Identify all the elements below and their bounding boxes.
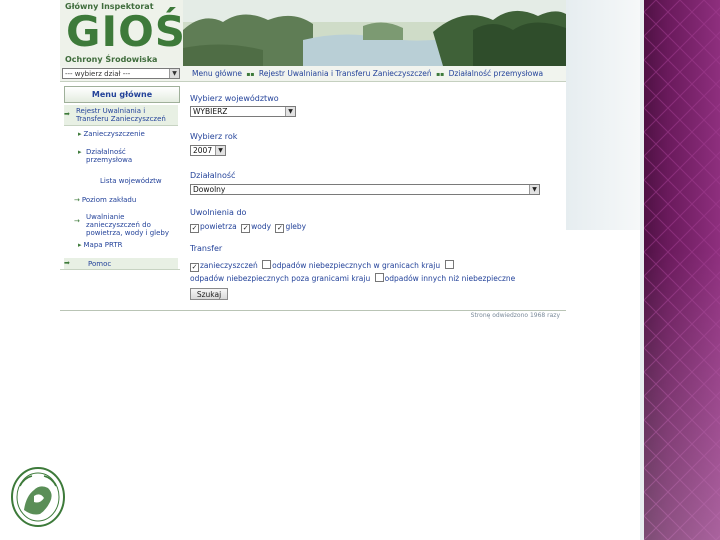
arrow-right-icon: ➡: [64, 259, 70, 267]
checkbox-hazardous-domestic[interactable]: [262, 260, 272, 269]
checkbox-pollutants[interactable]: ✓: [190, 263, 199, 272]
sidebar-divider: [60, 269, 180, 270]
checkbox-hazardous-abroad-label: odpadów niebezpiecznych poza granicami k…: [190, 274, 371, 283]
breadcrumb-separator-icon: ▪▪: [246, 71, 255, 78]
sidebar-item-register[interactable]: ➡ Rejestr Uwalniania i Transferu Zaniecz…: [64, 105, 178, 126]
triangle-right-icon: ▸: [78, 148, 82, 156]
activity-select[interactable]: Dowolny ▼: [190, 184, 540, 195]
arrow-right-icon: →: [74, 196, 80, 204]
triangle-right-icon: ▸: [78, 241, 82, 249]
checkbox-air[interactable]: ✓: [190, 224, 199, 233]
navigation-bar: --- wybierz dział --- ▼ Menu główne ▪▪ R…: [60, 66, 566, 82]
sidebar-item-label: Działalność przemysłowa: [86, 148, 133, 164]
sidebar-item-label: Lista województw: [100, 177, 162, 185]
checkbox-non-hazardous[interactable]: [374, 273, 384, 282]
breadcrumb-separator-icon: ▪▪: [436, 71, 445, 78]
sidebar-item-facility[interactable]: → Poziom zakładu: [74, 196, 178, 204]
diamond-pattern: [644, 0, 720, 540]
arrow-right-icon: →: [74, 217, 80, 225]
year-select[interactable]: 2007 ▼: [190, 145, 226, 156]
year-select-value: 2007: [193, 146, 213, 155]
year-label: Wybierz rok: [190, 132, 238, 141]
search-button[interactable]: Szukaj: [190, 288, 228, 300]
visit-counter: Stronę odwiedzono 1968 razy: [470, 312, 560, 319]
website-screenshot: Główny Inspektorat GIOŚ Ochrony Środowis…: [60, 0, 566, 319]
releases-options: ✓ powietrza ✓ wody ✓ gleby: [190, 222, 306, 233]
releases-label: Uwolnienia do: [190, 208, 247, 217]
voivodeship-label: Wybierz województwo: [190, 94, 279, 103]
activity-label: Działalność: [190, 171, 236, 180]
sidebar-item-label: Mapa PRTR: [83, 241, 123, 249]
sidebar-item-label: Poziom zakładu: [81, 196, 137, 204]
transfer-label: Transfer: [190, 244, 223, 253]
site-banner: Główny Inspektorat GIOŚ Ochrony Środowis…: [60, 0, 566, 66]
checkbox-water-label: wody: [251, 222, 272, 231]
org-abbreviation: GIOŚ: [66, 7, 187, 56]
chevron-down-icon: ▼: [169, 69, 179, 78]
checkbox-soil-label: gleby: [285, 222, 307, 231]
decorative-panel: [640, 0, 720, 540]
sidebar-item-map[interactable]: ▸ Mapa PRTR: [78, 241, 178, 249]
chevron-down-icon: ▼: [529, 185, 539, 194]
triangle-right-icon: ▸: [78, 130, 82, 138]
checkbox-hazardous-domestic-label: odpadów niebezpiecznych w granicach kraj…: [272, 261, 441, 270]
lake-photo: [183, 0, 566, 66]
sidebar-item-label: Zanieczyszczenie: [83, 130, 145, 138]
chevron-down-icon: ▼: [285, 107, 295, 116]
checkbox-air-label: powietrza: [200, 222, 237, 231]
org-name-bottom: Ochrony Środowiska: [65, 55, 158, 64]
menu-title[interactable]: Menu główne: [64, 86, 180, 103]
breadcrumb: Menu główne ▪▪ Rejestr Uwalniania i Tran…: [192, 68, 543, 80]
checkbox-hazardous-abroad[interactable]: [444, 260, 454, 269]
checkbox-water[interactable]: ✓: [241, 224, 251, 233]
activity-select-value: Dowolny: [193, 185, 226, 194]
section-select-value: --- wybierz dział ---: [65, 70, 131, 78]
gios-seal-logo: [11, 467, 65, 527]
transfer-options-row2: odpadów niebezpiecznych poza granicami k…: [190, 273, 515, 283]
sidebar-item-label: Rejestr Uwalniania i Transferu Zanieczys…: [76, 107, 166, 123]
arrow-right-icon: ➡: [64, 110, 70, 118]
sidebar-item-voivodeships[interactable]: Lista województw: [100, 177, 178, 185]
sidebar-item-label: Pomoc: [88, 260, 112, 268]
footer-divider: [60, 310, 566, 311]
background-fade: [566, 0, 640, 230]
gios-logo[interactable]: Główny Inspektorat GIOŚ Ochrony Środowis…: [60, 0, 187, 66]
sidebar-item-pollutants[interactable]: ▸ Zanieczyszczenie: [78, 130, 178, 138]
breadcrumb-item-menu[interactable]: Menu główne: [192, 69, 242, 78]
sidebar-item-label: Uwalnianie zanieczyszczeń do powietrza, …: [86, 213, 170, 237]
section-select[interactable]: --- wybierz dział --- ▼: [62, 68, 180, 79]
voivodeship-select-value: WYBIERZ: [193, 107, 228, 116]
checkbox-soil[interactable]: ✓: [275, 224, 285, 233]
chevron-down-icon: ▼: [215, 146, 225, 155]
voivodeship-select[interactable]: WYBIERZ ▼: [190, 106, 296, 117]
sidebar-menu: Menu główne ➡ Rejestr Uwalniania i Trans…: [60, 84, 180, 274]
breadcrumb-item-register[interactable]: Rejestr Uwalniania i Transferu Zanieczys…: [259, 69, 432, 78]
breadcrumb-item-activity[interactable]: Działalność przemysłowa: [449, 69, 543, 78]
sidebar-item-releases[interactable]: → Uwalnianie zanieczyszczeń do powietrza…: [74, 213, 180, 237]
search-form: Wybierz województwo WYBIERZ ▼ Wybierz ro…: [188, 84, 566, 304]
checkbox-pollutants-label: zanieczyszczeń: [200, 261, 258, 270]
checkbox-non-hazardous-label: odpadów innych niż niebezpieczne: [384, 274, 516, 283]
transfer-options-row1: ✓ zanieczyszczeń odpadów niebezpiecznych …: [190, 260, 455, 272]
